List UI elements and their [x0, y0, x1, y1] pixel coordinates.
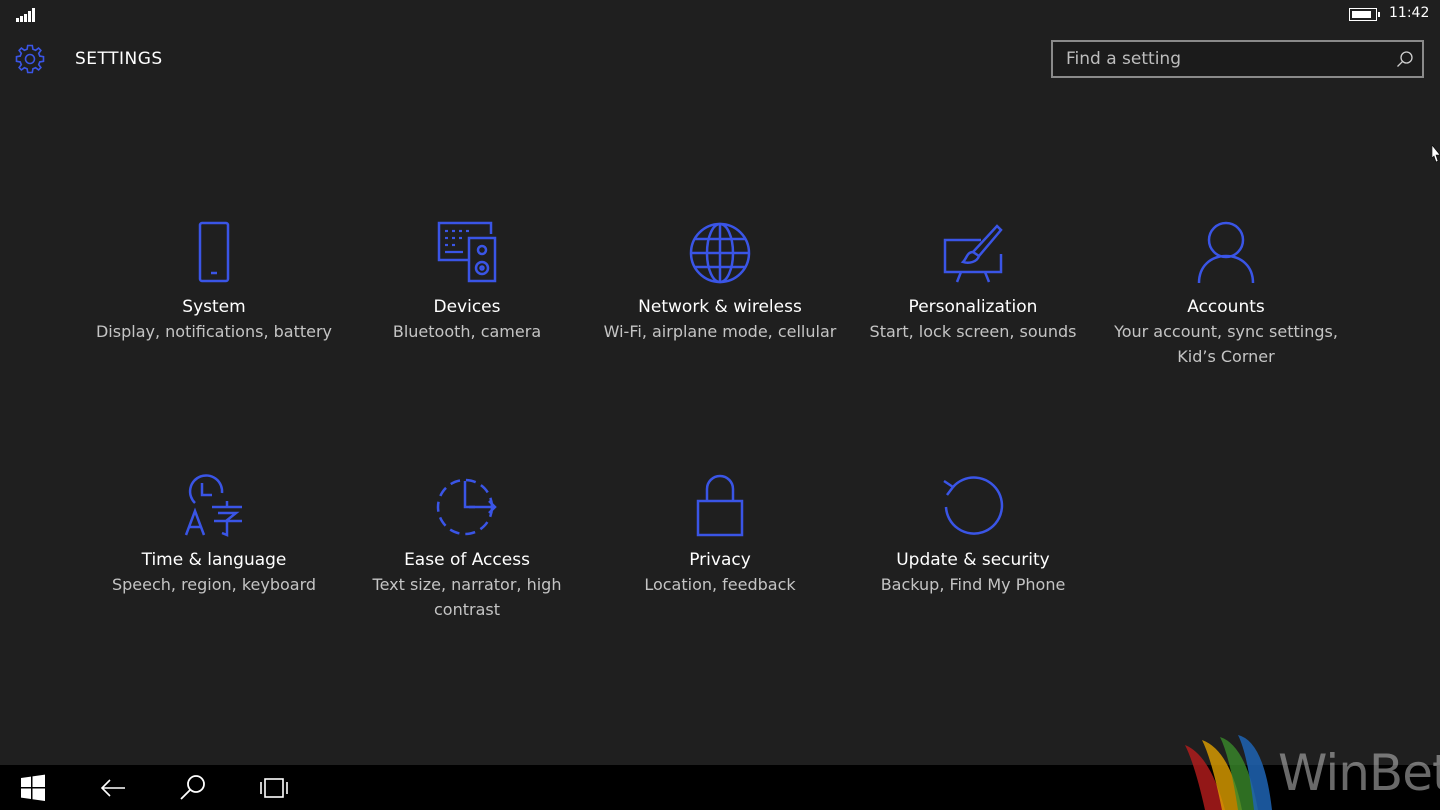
category-name: System: [182, 297, 246, 317]
devices-icon: [437, 221, 497, 283]
category-name: Devices: [433, 297, 501, 317]
header: SETTINGS: [0, 38, 1440, 86]
status-bar: 11:42: [0, 0, 1440, 30]
category-name: Time & language: [141, 550, 287, 570]
watermark-text: WinBeta: [1278, 744, 1440, 802]
category-privacy[interactable]: Privacy Location, feedback: [600, 473, 840, 597]
category-devices[interactable]: Devices Bluetooth, camera: [347, 220, 587, 344]
category-description: Wi-Fi, airplane mode, cellular: [603, 322, 837, 341]
clock: 11:42: [1389, 5, 1430, 21]
category-description: Text size, narrator, high contrast: [372, 575, 562, 619]
back-arrow-icon[interactable]: [98, 773, 128, 803]
category-description: Start, lock screen, sounds: [869, 322, 1077, 341]
signal-strength-icon: [16, 8, 36, 22]
page-title: SETTINGS: [75, 49, 163, 69]
category-description: Location, feedback: [644, 575, 796, 594]
paintbrush-icon: [943, 224, 1003, 283]
globe-icon: [689, 222, 751, 284]
battery-level: [1352, 11, 1371, 18]
category-description: Your account, sync settings, Kid’s Corne…: [1114, 322, 1338, 366]
search-icon[interactable]: [178, 773, 208, 803]
category-description: Backup, Find My Phone: [880, 575, 1066, 594]
category-time-language[interactable]: Time & language Speech, region, keyboard: [94, 473, 334, 597]
category-name: Update & security: [896, 550, 1050, 570]
category-name: Accounts: [1187, 297, 1265, 317]
category-ease-of-access[interactable]: Ease of Access Text size, narrator, high…: [347, 473, 587, 622]
search-icon[interactable]: [1396, 50, 1414, 68]
phone-icon: [198, 221, 230, 283]
search-box[interactable]: [1051, 40, 1424, 78]
ease-of-access-icon: [436, 478, 497, 536]
category-system[interactable]: System Display, notifications, battery: [94, 220, 334, 344]
category-network-wireless[interactable]: Network & wireless Wi-Fi, airplane mode,…: [600, 220, 840, 344]
lock-icon: [696, 474, 744, 537]
windows-icon[interactable]: [18, 773, 48, 803]
mouse-cursor-icon: [1432, 145, 1440, 163]
battery-icon: [1349, 8, 1380, 21]
category-accounts[interactable]: Accounts Your account, sync settings, Ki…: [1106, 220, 1346, 369]
category-name: Ease of Access: [404, 550, 530, 570]
category-personalization[interactable]: Personalization Start, lock screen, soun…: [853, 220, 1093, 344]
category-name: Personalization: [908, 297, 1038, 317]
time-language-icon: [184, 474, 242, 537]
category-update-security[interactable]: Update & security Backup, Find My Phone: [853, 473, 1093, 597]
category-description: Speech, region, keyboard: [111, 575, 317, 594]
refresh-icon: [943, 476, 1004, 535]
person-icon: [1197, 221, 1255, 284]
category-name: Network & wireless: [638, 297, 802, 317]
category-description: Display, notifications, battery: [95, 322, 333, 341]
task-view-icon[interactable]: [259, 773, 289, 803]
search-input[interactable]: [1053, 42, 1383, 76]
gear-icon: [15, 44, 45, 74]
category-description: Bluetooth, camera: [392, 322, 542, 341]
category-name: Privacy: [689, 550, 751, 570]
